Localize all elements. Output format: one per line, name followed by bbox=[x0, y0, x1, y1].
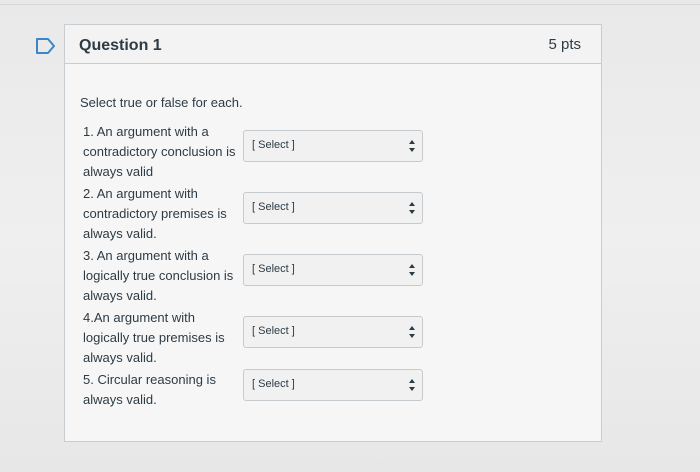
statement-line: contradictory premises is bbox=[83, 206, 227, 221]
statement-line: always valid bbox=[83, 164, 154, 179]
question-card: Question 1 5 pts Select true or false fo… bbox=[64, 24, 602, 442]
question-title: Question 1 bbox=[79, 37, 162, 54]
answer-select-1[interactable]: [ Select ] bbox=[243, 130, 423, 162]
statement-line: logically true conclusion is bbox=[83, 268, 234, 283]
top-divider bbox=[0, 4, 700, 5]
answer-select-3[interactable]: [ Select ] bbox=[243, 254, 423, 286]
answer-select-5[interactable]: [ Select ] bbox=[243, 369, 423, 401]
select-value: [ Select ] bbox=[252, 263, 295, 275]
statement-5: 5. Circular reasoning is always valid. bbox=[83, 370, 216, 410]
up-down-arrows-icon bbox=[409, 326, 415, 338]
up-down-arrows-icon bbox=[409, 140, 415, 152]
statement-line: always valid. bbox=[83, 288, 157, 303]
statement-2: 2. An argument with contradictory premis… bbox=[83, 184, 227, 244]
up-down-arrows-icon bbox=[409, 264, 415, 276]
statement-line: 1. An argument with a bbox=[83, 124, 209, 139]
statement-line: 5. Circular reasoning is bbox=[83, 372, 216, 387]
answer-select-2[interactable]: [ Select ] bbox=[243, 192, 423, 224]
statement-1: 1. An argument with a contradictory conc… bbox=[83, 122, 235, 182]
select-value: [ Select ] bbox=[252, 139, 295, 151]
statement-line: always valid. bbox=[83, 392, 157, 407]
statement-line: 3. An argument with a bbox=[83, 248, 209, 263]
statement-line: 2. An argument with bbox=[83, 186, 198, 201]
flag-icon[interactable] bbox=[36, 38, 56, 54]
statement-4: 4.An argument with logically true premis… bbox=[83, 308, 225, 368]
statement-line: logically true premises is bbox=[83, 330, 225, 345]
question-instructions: Select true or false for each. bbox=[80, 95, 243, 110]
statement-3: 3. An argument with a logically true con… bbox=[83, 246, 233, 306]
select-value: [ Select ] bbox=[252, 325, 295, 337]
question-points: 5 pts bbox=[548, 36, 581, 53]
question-header: Question 1 5 pts bbox=[65, 25, 601, 64]
select-value: [ Select ] bbox=[252, 378, 295, 390]
select-value: [ Select ] bbox=[252, 201, 295, 213]
up-down-arrows-icon bbox=[409, 202, 415, 214]
up-down-arrows-icon bbox=[409, 379, 415, 391]
answer-select-4[interactable]: [ Select ] bbox=[243, 316, 423, 348]
quiz-screen: Question 1 5 pts Select true or false fo… bbox=[0, 0, 700, 472]
statement-line: 4.An argument with bbox=[83, 310, 196, 325]
statement-line: contradictory conclusion is bbox=[83, 144, 236, 159]
statement-line: always valid. bbox=[83, 226, 157, 241]
statement-line: always valid. bbox=[83, 350, 157, 365]
